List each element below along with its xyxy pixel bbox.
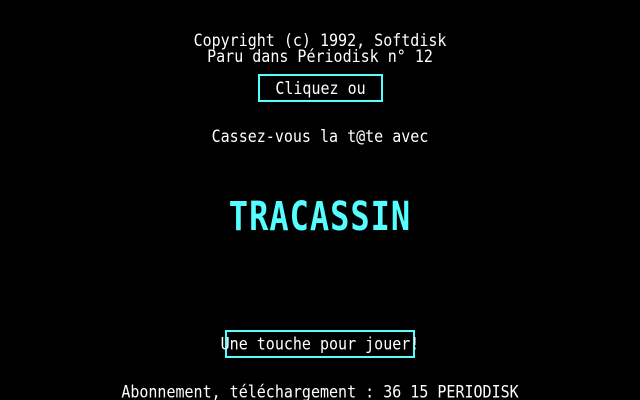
- game-logo: TRACASSIN: [228, 192, 412, 240]
- play-button[interactable]: Une touche pour jouer!: [221, 330, 419, 358]
- published-in-text: Paru dans Périodisk n° 12: [207, 45, 433, 67]
- intro-text: Cassez-vous la t@te avec: [211, 125, 429, 147]
- game-title-screen: Copyright (c) 1992, Softdisk Paru dans P…: [0, 0, 640, 400]
- subscription-footer: Abonnement, téléchargement : 36 15 PERIO…: [121, 381, 519, 400]
- click-button-label: Cliquez ou: [275, 77, 366, 99]
- click-button[interactable]: Cliquez ou: [258, 74, 383, 102]
- play-button-label: Une touche pour jouer!: [220, 333, 420, 355]
